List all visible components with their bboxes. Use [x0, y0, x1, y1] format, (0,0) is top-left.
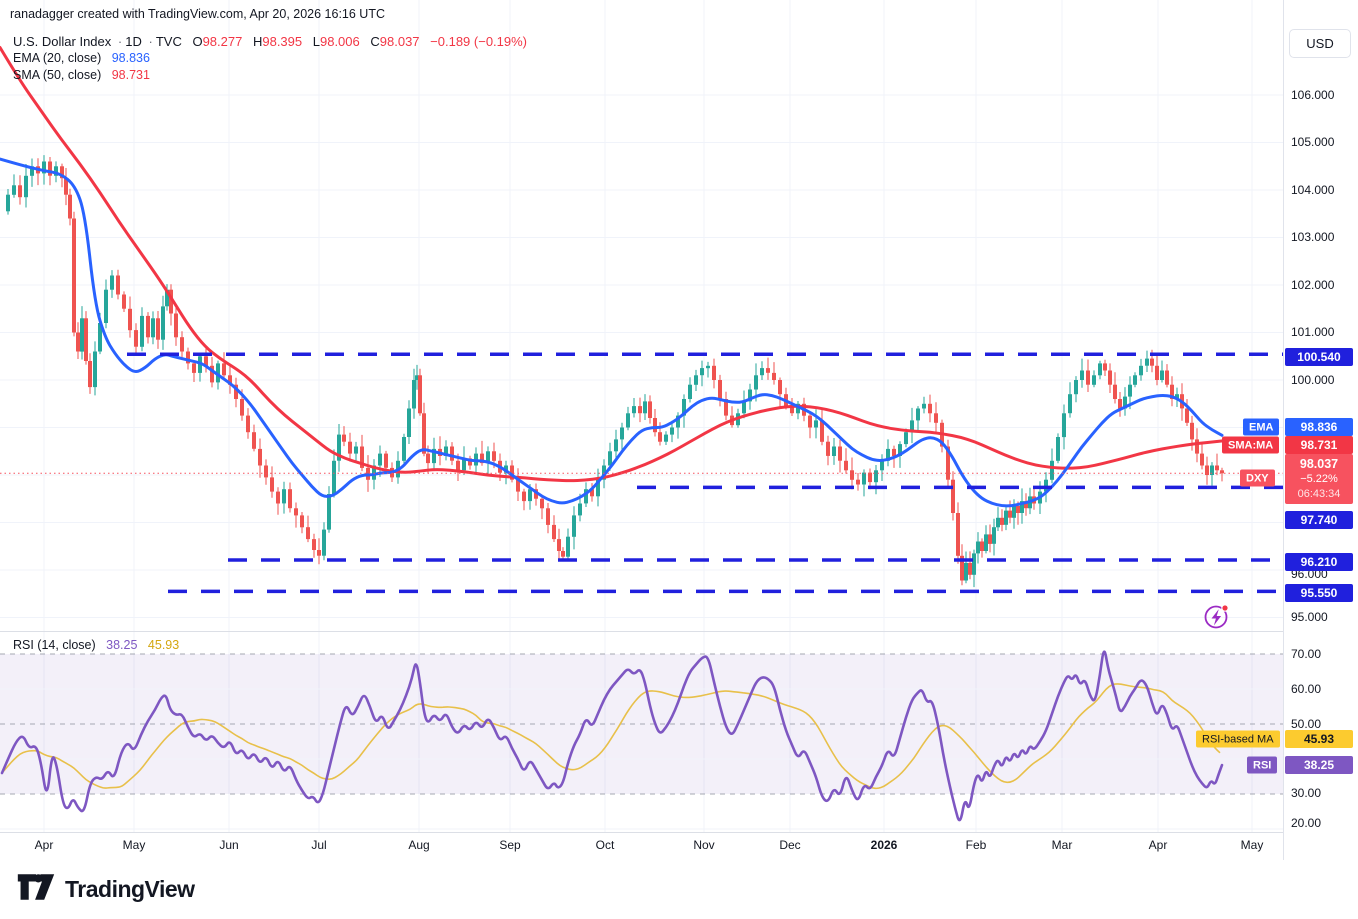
time-axis-label: Jun: [219, 838, 238, 852]
rsi-ma-legend-value: 45.93: [148, 638, 179, 652]
last-price-badge[interactable]: 98.037 −5.22% 06:43:34: [1285, 454, 1353, 504]
main-legend[interactable]: U.S. Dollar Index ·1D ·TVC O98.277 H98.3…: [13, 33, 527, 84]
time-axis-label: 2026: [871, 838, 898, 852]
currency-button[interactable]: USD: [1289, 29, 1351, 58]
high-value: 98.395: [262, 34, 302, 49]
time-axis-label: May: [1241, 838, 1264, 852]
low-value: 98.006: [320, 34, 360, 49]
rsi-badge: 38.25: [1285, 756, 1353, 774]
rsi-tick-label: 70.00: [1291, 647, 1321, 661]
attribution-text: ranadagger created with TradingView.com,…: [10, 7, 385, 21]
price-tick-label: 101.000: [1291, 325, 1334, 339]
flash-icon[interactable]: [1206, 605, 1229, 628]
ema-legend-value: 98.836: [112, 51, 150, 65]
price-tick-label: 100.000: [1291, 373, 1334, 387]
level-badge-96210[interactable]: 96.210: [1285, 553, 1353, 571]
rsi-tick-label: 20.00: [1291, 816, 1321, 830]
open-value: 98.277: [203, 34, 243, 49]
time-axis-label: Feb: [966, 838, 987, 852]
ema-pill: EMA: [1243, 419, 1279, 436]
time-axis-label: Jul: [311, 838, 326, 852]
level-badge-95550[interactable]: 95.550: [1285, 584, 1353, 602]
last-price-change: −5.22%: [1300, 472, 1338, 487]
chart-canvas[interactable]: [0, 0, 1358, 919]
dxy-pill: DXY: [1240, 470, 1275, 487]
sma-legend-row: SMA (50, close) 98.731: [13, 67, 527, 84]
tradingview-logo[interactable]: TradingView: [16, 872, 195, 907]
time-axis-label: Apr: [35, 838, 54, 852]
rsi-tick-label: 50.00: [1291, 717, 1321, 731]
time-axis-label: Oct: [596, 838, 615, 852]
time-axis-label: Apr: [1149, 838, 1168, 852]
price-tick-label: 102.000: [1291, 278, 1334, 292]
rsi-legend-value: 38.25: [106, 638, 137, 652]
price-tick-label: 104.000: [1291, 183, 1334, 197]
price-tick-label: 105.000: [1291, 135, 1334, 149]
level-badge-97740[interactable]: 97.740: [1285, 511, 1353, 529]
symbol-name: U.S. Dollar Index: [13, 34, 111, 49]
ema-legend-row: EMA (20, close) 98.836: [13, 50, 527, 67]
tradingview-logo-text: TradingView: [65, 876, 195, 903]
time-axis-label: Nov: [693, 838, 714, 852]
rsi-ma-pill: RSI-based MA: [1196, 731, 1280, 748]
rsi-pill: RSI: [1247, 757, 1277, 774]
change-value: −0.189 (−0.19%): [430, 34, 527, 49]
ema-price-badge: 98.836: [1285, 418, 1353, 436]
time-axis-label: Dec: [779, 838, 800, 852]
price-tick-label: 95.000: [1291, 610, 1328, 624]
price-tick-label: 106.000: [1291, 88, 1334, 102]
time-axis-label: May: [123, 838, 146, 852]
time-axis-label: Aug: [408, 838, 429, 852]
symbol-legend-row: U.S. Dollar Index ·1D ·TVC O98.277 H98.3…: [13, 33, 527, 50]
last-price-value: 98.037: [1300, 457, 1338, 472]
rsi-ma-badge: 45.93: [1285, 730, 1353, 748]
rsi-tick-label: 60.00: [1291, 682, 1321, 696]
rsi-legend[interactable]: RSI (14, close) 38.25 45.93: [13, 638, 179, 652]
tradingview-logo-icon: [16, 872, 56, 907]
close-value: 98.037: [380, 34, 420, 49]
sma-pill: SMA:MA: [1222, 437, 1279, 454]
tradingview-chart-app: ranadagger created with TradingView.com,…: [0, 0, 1358, 919]
time-axis-label: Mar: [1052, 838, 1073, 852]
exchange-label: TVC: [156, 34, 182, 49]
level-badge-100540[interactable]: 100.540: [1285, 348, 1353, 366]
price-tick-label: 103.000: [1291, 230, 1334, 244]
bar-countdown: 06:43:34: [1298, 487, 1341, 502]
time-axis-label: Sep: [499, 838, 520, 852]
sma-legend-value: 98.731: [112, 68, 150, 82]
rsi-tick-label: 30.00: [1291, 786, 1321, 800]
interval-label: 1D: [125, 34, 142, 49]
sma-price-badge: 98.731: [1285, 436, 1353, 454]
